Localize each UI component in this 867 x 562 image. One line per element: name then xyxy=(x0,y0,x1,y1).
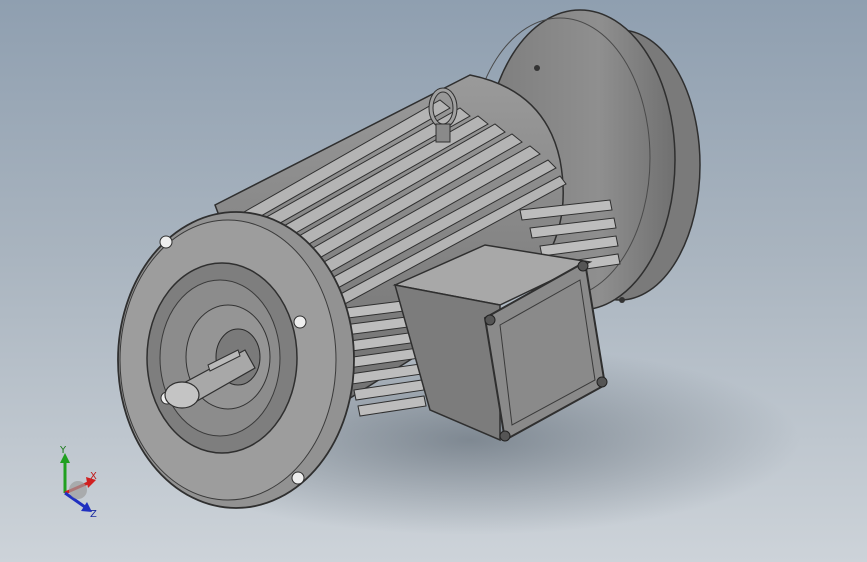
z-axis-label: Z xyxy=(90,509,97,520)
y-axis-label: Y xyxy=(59,445,67,456)
motor-model[interactable] xyxy=(0,0,867,562)
graphics-viewport[interactable]: Y X Z xyxy=(0,0,867,562)
coordinate-triad: Y X Z xyxy=(59,445,97,520)
x-axis-label: X xyxy=(90,471,97,482)
